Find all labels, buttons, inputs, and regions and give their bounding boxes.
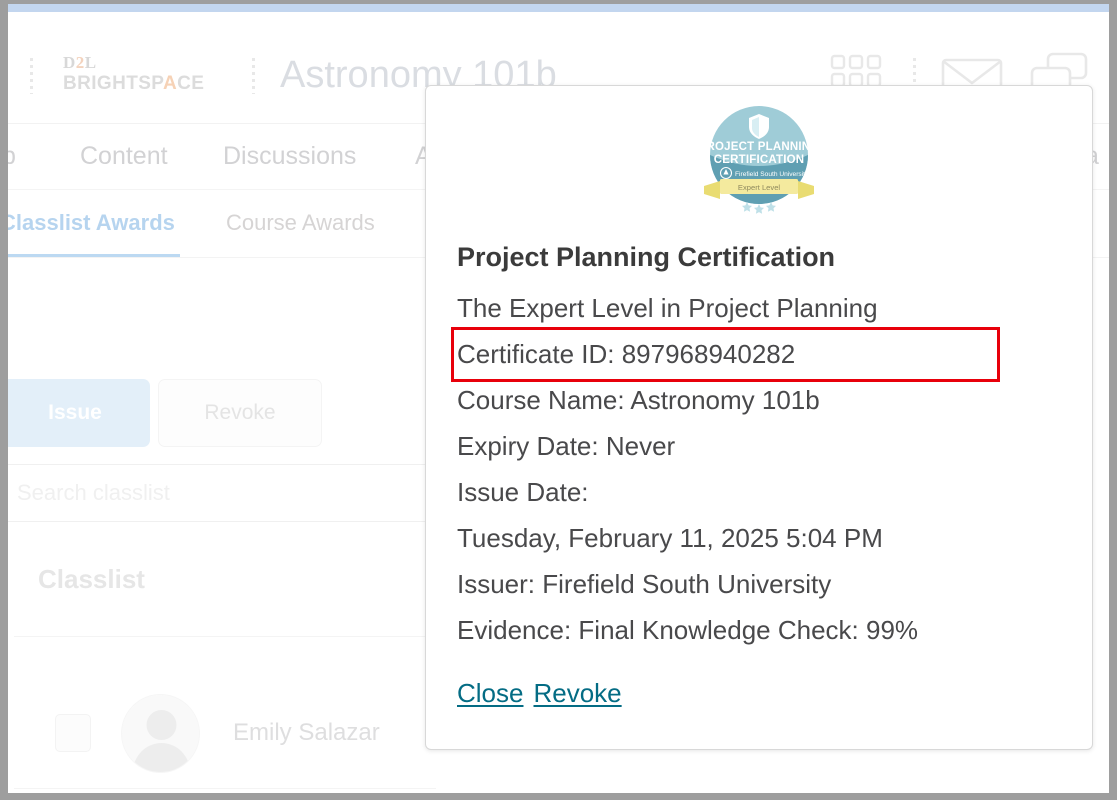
- nav-item-discussions[interactable]: Discussions: [223, 142, 356, 171]
- svg-text:PROJECT PLANNING: PROJECT PLANNING: [702, 141, 816, 153]
- brightspace-logo[interactable]: D2L BRIGHTSPACE: [63, 54, 204, 93]
- revoke-button[interactable]: Revoke: [158, 379, 322, 447]
- badge-container: PROJECT PLANNING CERTIFICATION Firefield…: [426, 100, 1092, 225]
- dialog-evidence: Evidence: Final Knowledge Check: 99%: [457, 615, 919, 645]
- dialog-course-name: Course Name: Astronomy 101b: [457, 385, 820, 415]
- dialog-expiry-date: Expiry Date: Never: [457, 431, 676, 461]
- tab-classlist-awards[interactable]: Classlist Awards: [8, 210, 175, 236]
- logo-line-1: D2L: [63, 53, 97, 72]
- dialog-actions: Close Revoke: [457, 678, 622, 709]
- nav-item-content[interactable]: Content: [80, 142, 168, 171]
- svg-text:Firefield South University: Firefield South University: [735, 171, 809, 178]
- tab-course-awards[interactable]: Course Awards: [226, 210, 375, 236]
- issue-button[interactable]: Issue: [8, 379, 150, 447]
- student-name: Emily Salazar: [233, 719, 380, 746]
- row-checkbox[interactable]: [55, 714, 91, 752]
- dialog-issuer: Issuer: Firefield South University: [457, 569, 832, 599]
- row-divider: [14, 788, 436, 789]
- classlist-heading: Classlist: [38, 564, 145, 594]
- dialog-title: Project Planning Certification: [457, 242, 836, 272]
- header-divider-right: [252, 58, 255, 94]
- browser-frame: D2L BRIGHTSPACE Astronomy 101b p Content…: [8, 4, 1109, 793]
- svg-text:Expert Level: Expert Level: [738, 183, 781, 192]
- dialog-description: The Expert Level in Project Planning: [457, 293, 878, 323]
- revoke-link[interactable]: Revoke: [533, 678, 621, 708]
- list-divider: [14, 636, 436, 637]
- award-details-dialog: PROJECT PLANNING CERTIFICATION Firefield…: [425, 85, 1093, 750]
- logo-line-2: BRIGHTSPACE: [63, 73, 205, 94]
- search-input[interactable]: [8, 464, 436, 522]
- close-link[interactable]: Close: [457, 678, 523, 708]
- header-divider-left: [30, 58, 33, 94]
- dialog-issue-date-value: Tuesday, February 11, 2025 5:04 PM: [457, 523, 883, 553]
- avatar: [121, 694, 200, 773]
- svg-text:CERTIFICATION: CERTIFICATION: [714, 154, 805, 166]
- dialog-certificate-id: Certificate ID: 897968940282: [457, 339, 796, 369]
- dialog-issue-date-label: Issue Date:: [457, 477, 589, 507]
- nav-item-0[interactable]: p: [8, 142, 16, 171]
- certification-badge-icon: PROJECT PLANNING CERTIFICATION Firefield…: [702, 106, 816, 214]
- top-accent-strip: [8, 4, 1109, 12]
